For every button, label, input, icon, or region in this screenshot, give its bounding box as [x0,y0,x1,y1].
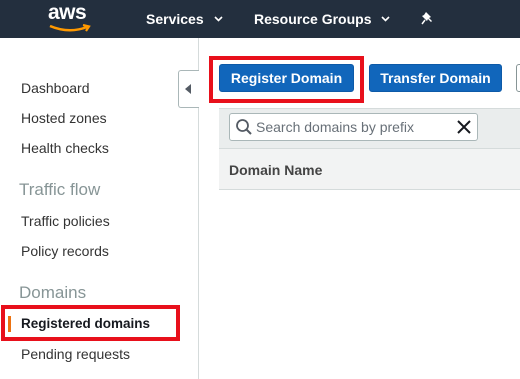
sidebar-item-traffic-policies[interactable]: Traffic policies [21,213,110,229]
aws-logo[interactable]: aws [48,0,94,38]
sidebar-item-pending-requests[interactable]: Pending requests [21,346,130,362]
aws-logo-text: aws [48,1,87,24]
sidebar-item-hosted-zones[interactable]: Hosted zones [21,110,107,126]
collapse-left-icon [185,84,191,94]
search-icon [236,119,252,135]
domain-search-box [229,113,478,141]
services-menu[interactable]: Services [146,0,223,38]
chevron-down-icon [214,16,223,22]
pin-icon[interactable] [420,10,436,26]
sidebar-item-dashboard[interactable]: Dashboard [21,80,90,96]
close-icon[interactable] [456,119,472,135]
sidebar-heading-domains: Domains [19,283,87,302]
top-nav-bar: aws Services Resource Groups [0,0,520,38]
highlight-box-register-domain [209,56,364,103]
search-input[interactable] [256,114,456,140]
more-actions-button[interactable] [516,64,520,92]
column-header-domain-name[interactable]: Domain Name [229,162,322,178]
highlight-box-registered-domains [1,305,180,341]
chevron-down-icon [381,16,391,22]
sidebar-heading-traffic-flow: Traffic flow [19,180,101,199]
sidebar-collapse-toggle[interactable] [178,70,199,108]
resource-groups-label: Resource Groups [254,11,372,27]
resource-groups-menu[interactable]: Resource Groups [254,0,391,38]
services-label: Services [146,11,204,27]
transfer-domain-button[interactable]: Transfer Domain [369,64,502,92]
aws-smile-icon [49,24,91,32]
sidebar-item-health-checks[interactable]: Health checks [21,140,109,156]
sidebar-item-policy-records[interactable]: Policy records [21,243,109,259]
domains-table-header: Domain Name [219,148,520,190]
